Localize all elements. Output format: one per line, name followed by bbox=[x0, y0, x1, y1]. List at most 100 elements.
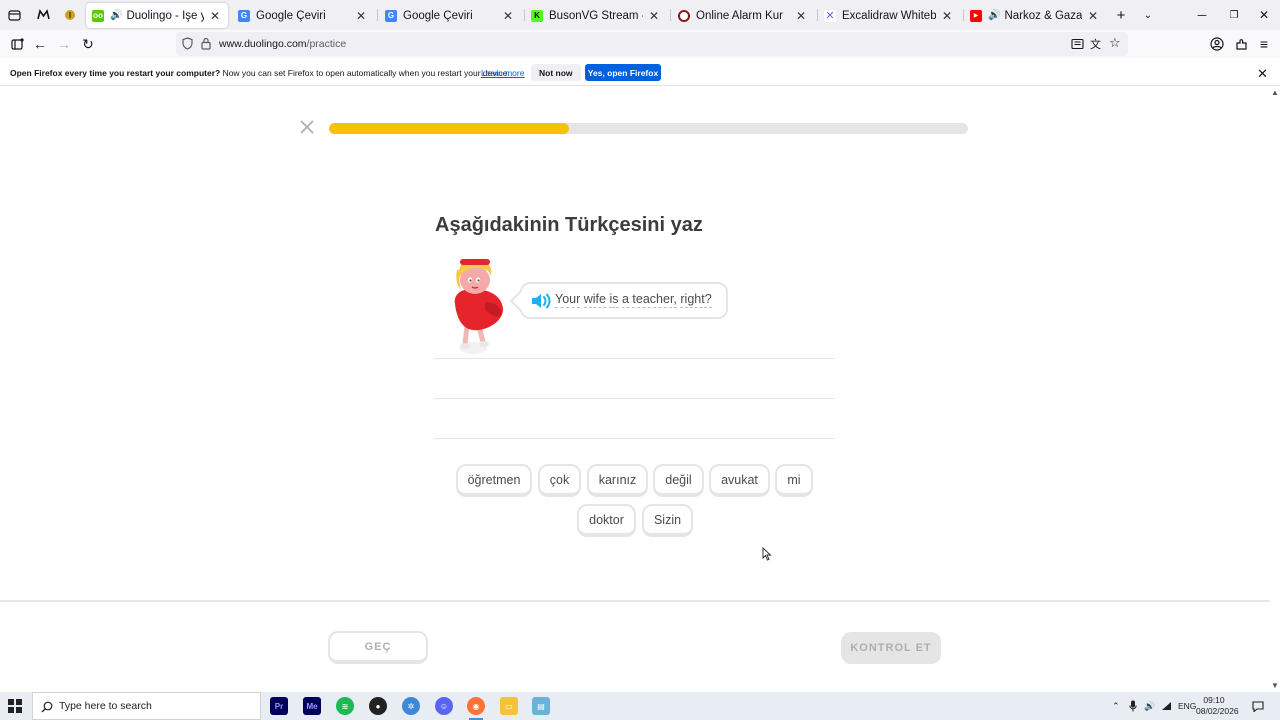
lock-icon[interactable] bbox=[201, 37, 211, 55]
speaker-icon[interactable]: 🔊 bbox=[988, 10, 1000, 21]
mouse-cursor-icon bbox=[762, 547, 772, 561]
premiere-pro-icon[interactable]: Pr bbox=[270, 697, 288, 715]
tab-online-alarm[interactable]: Online Alarm Kur ✕ bbox=[672, 3, 814, 28]
prompt-word[interactable]: is bbox=[609, 292, 619, 308]
sidebar-icon[interactable] bbox=[6, 34, 28, 54]
spotify-icon[interactable]: ≋ bbox=[336, 697, 354, 715]
word-bank-tile[interactable]: çok bbox=[538, 464, 581, 497]
close-window-icon[interactable]: ✕ bbox=[1248, 0, 1280, 30]
close-notification-icon[interactable]: ✕ bbox=[1257, 66, 1268, 82]
taskbar-clock[interactable]: 09:10 08/02/2026 bbox=[1196, 695, 1239, 717]
restore-icon[interactable]: ❐ bbox=[1218, 0, 1250, 30]
reader-view-icon[interactable] bbox=[1071, 37, 1084, 55]
close-tab-icon[interactable]: ✕ bbox=[1086, 9, 1100, 23]
excalidraw-favicon-icon: ✕ bbox=[824, 9, 836, 22]
scroll-up-icon[interactable]: ▲ bbox=[1271, 88, 1279, 97]
back-icon[interactable]: ← bbox=[29, 34, 51, 54]
account-icon[interactable] bbox=[1206, 34, 1228, 54]
tab-kick-stream[interactable]: K BusonVG Stream - Watch Live ✕ bbox=[525, 3, 667, 28]
word-bank-tile[interactable]: avukat bbox=[709, 464, 770, 497]
word-bank-tile[interactable]: mi bbox=[775, 464, 813, 497]
reload-icon[interactable]: ↻ bbox=[77, 34, 99, 54]
menu-icon[interactable]: ≡ bbox=[1253, 34, 1275, 54]
word-bank-tile[interactable]: doktor bbox=[577, 504, 636, 537]
app-icon[interactable]: ✲ bbox=[402, 697, 420, 715]
volume-icon[interactable]: 🔊 bbox=[1144, 692, 1155, 720]
extensions-icon[interactable] bbox=[1230, 34, 1252, 54]
clock-time: 09:10 bbox=[1203, 695, 1225, 705]
alarm-favicon-icon bbox=[678, 9, 690, 22]
close-tab-icon[interactable]: ✕ bbox=[794, 9, 808, 23]
learn-more-link[interactable]: Learn more bbox=[481, 68, 524, 78]
answer-line bbox=[434, 438, 835, 439]
taskbar-search-box[interactable]: Type here to search bbox=[32, 692, 261, 720]
skip-button[interactable]: GEÇ bbox=[328, 631, 428, 664]
media-encoder-icon[interactable]: Me bbox=[303, 697, 321, 715]
language-indicator[interactable]: ENG bbox=[1178, 692, 1196, 720]
tab-overview-icon[interactable] bbox=[0, 0, 28, 30]
file-explorer-icon[interactable]: ▭ bbox=[500, 697, 518, 715]
tab-strip: oo 🔊 Duolingo - İşe yarayan de ✕ G Googl… bbox=[0, 0, 1280, 30]
tab-title: BusonVG Stream - Watch Live bbox=[549, 9, 643, 22]
close-tab-icon[interactable]: ✕ bbox=[354, 9, 368, 23]
list-tabs-icon[interactable]: ⌄ bbox=[1132, 0, 1164, 30]
show-hidden-icons-icon[interactable]: ⌃ bbox=[1112, 692, 1120, 720]
close-tab-icon[interactable]: ✕ bbox=[647, 9, 661, 23]
yes-open-firefox-button[interactable]: Yes, open Firefox bbox=[585, 64, 661, 81]
pinned-tab-icon[interactable] bbox=[56, 0, 84, 30]
scroll-down-icon[interactable]: ▼ bbox=[1271, 681, 1279, 690]
page-scrollbar[interactable]: ▲ ▼ bbox=[1270, 86, 1280, 692]
forward-icon[interactable]: → bbox=[53, 34, 75, 54]
windows-taskbar: Type here to search Pr Me ≋ ● ✲ ☺ ◉ ▭ ▤ … bbox=[0, 692, 1280, 720]
minimize-icon[interactable]: ─ bbox=[1186, 0, 1218, 30]
translate-icon[interactable]: 文 bbox=[1090, 36, 1101, 52]
tab-duolingo[interactable]: oo 🔊 Duolingo - İşe yarayan de ✕ bbox=[86, 3, 228, 28]
close-tab-icon[interactable]: ✕ bbox=[208, 9, 222, 23]
prompt-speech-bubble: Your wife is a teacher, right? bbox=[520, 282, 728, 319]
tab-title: Online Alarm Kur bbox=[696, 9, 783, 22]
restart-notification-bar: Open Firefox every time you restart your… bbox=[0, 60, 1280, 86]
search-icon bbox=[41, 700, 53, 718]
play-audio-speaker-icon[interactable] bbox=[530, 292, 552, 310]
app-icon[interactable]: ▤ bbox=[532, 697, 550, 715]
microphone-icon[interactable] bbox=[1129, 692, 1137, 720]
prompt-word[interactable]: Your bbox=[555, 292, 581, 308]
lesson-progress-bar bbox=[329, 123, 968, 134]
tab-excalidraw[interactable]: ✕ Excalidraw Whiteboard ✕ bbox=[818, 3, 960, 28]
word-bank-tile[interactable]: karınız bbox=[587, 464, 648, 497]
answer-line bbox=[434, 358, 835, 359]
challenge-heading: Aşağıdakinin Türkçesini yaz bbox=[435, 214, 703, 236]
word-bank-tile[interactable]: öğretmen bbox=[456, 464, 532, 497]
close-tab-icon[interactable]: ✕ bbox=[940, 9, 954, 23]
bookmark-star-icon[interactable]: ☆ bbox=[1109, 35, 1121, 51]
footer-divider bbox=[0, 600, 1270, 602]
app-icon[interactable]: ● bbox=[369, 697, 387, 715]
tab-title: Excalidraw Whiteboard bbox=[842, 9, 936, 22]
prompt-word[interactable]: right? bbox=[680, 292, 712, 308]
tab-google-translate-2[interactable]: G Google Çeviri ✕ bbox=[379, 3, 521, 28]
character-illustration bbox=[445, 256, 509, 356]
tab-youtube[interactable]: ▶ 🔊 Narkoz & Gazapizm & Ça ✕ bbox=[964, 3, 1106, 28]
word-bank-tile[interactable]: Sizin bbox=[642, 504, 693, 537]
discord-icon[interactable]: ☺ bbox=[435, 697, 453, 715]
wifi-icon[interactable] bbox=[1161, 692, 1172, 720]
close-tab-icon[interactable]: ✕ bbox=[501, 9, 515, 23]
check-button[interactable]: KONTROL ET bbox=[841, 632, 941, 664]
pinned-tab-icon[interactable] bbox=[29, 0, 57, 30]
prompt-word[interactable]: teacher, bbox=[632, 292, 677, 308]
google-translate-favicon-icon: G bbox=[238, 9, 250, 22]
word-bank-tile[interactable]: değil bbox=[653, 464, 704, 497]
prompt-word[interactable]: a bbox=[621, 292, 629, 308]
lesson-progress-fill bbox=[329, 123, 569, 134]
firefox-icon[interactable]: ◉ bbox=[467, 697, 485, 720]
prompt-word[interactable]: wife bbox=[583, 292, 606, 308]
notifications-icon[interactable] bbox=[1252, 692, 1264, 720]
tab-google-translate[interactable]: G Google Çeviri ✕ bbox=[232, 3, 374, 28]
not-now-button[interactable]: Not now bbox=[531, 64, 581, 81]
answer-line bbox=[434, 398, 835, 399]
windows-start-icon[interactable] bbox=[8, 699, 22, 713]
quit-lesson-icon[interactable] bbox=[298, 119, 316, 137]
tracking-protection-icon[interactable] bbox=[182, 37, 193, 55]
url-bar[interactable]: www.duolingo.com/practice 文 ☆ bbox=[176, 32, 1128, 56]
speaker-icon[interactable]: 🔊 bbox=[110, 10, 122, 21]
